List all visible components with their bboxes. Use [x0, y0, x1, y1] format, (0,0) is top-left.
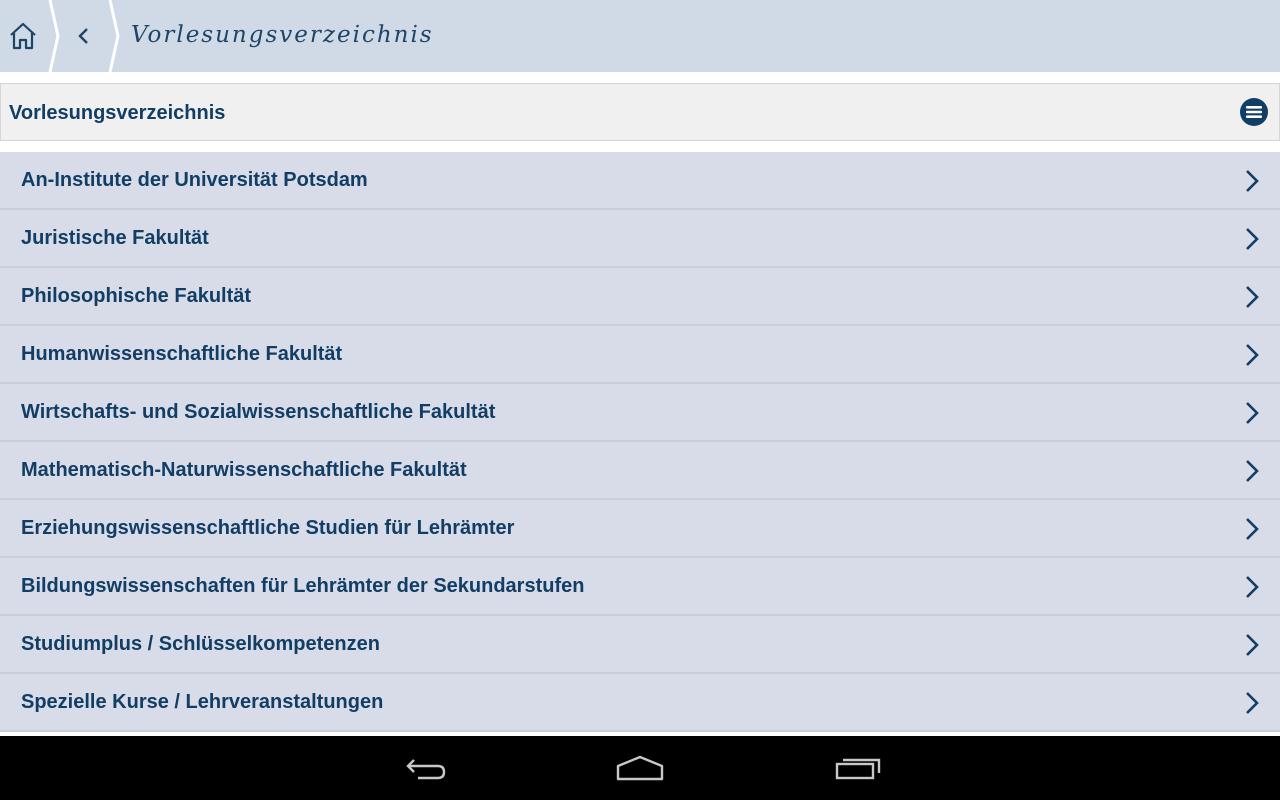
app-title: Vorlesungsverzeichnis [131, 22, 434, 48]
list-item-label: Philosophische Fakultät [21, 285, 252, 307]
list-item[interactable]: Juristische Fakultät [0, 210, 1280, 268]
home-button[interactable] [0, 0, 46, 72]
list-item-label: Mathematisch-Naturwissenschaftliche Faku… [21, 459, 467, 481]
list-item[interactable]: Philosophische Fakultät [0, 268, 1280, 326]
chevron-right-icon [1246, 460, 1259, 482]
menu-icon[interactable] [1239, 97, 1269, 127]
system-recents-button[interactable] [828, 750, 888, 786]
system-home-icon [616, 755, 664, 781]
chevron-right-icon [1246, 518, 1259, 540]
system-nav-bar [0, 736, 1280, 800]
section-header: Vorlesungsverzeichnis [0, 83, 1280, 141]
list-item-label: Humanwissenschaftliche Fakultät [21, 343, 343, 365]
chevron-right-icon [1246, 344, 1259, 366]
chevron-right-icon [1246, 402, 1259, 424]
chevron-right-icon [1246, 228, 1259, 250]
chevron-left-icon [78, 28, 88, 44]
list-item[interactable]: Studiumplus / Schlüsselkompetenzen [0, 616, 1280, 674]
list-item[interactable]: Mathematisch-Naturwissenschaftliche Faku… [0, 442, 1280, 500]
list-item-label: Studiumplus / Schlüsselkompetenzen [21, 633, 380, 655]
list-item[interactable]: Bildungswissenschaften für Lehrämter der… [0, 558, 1280, 616]
list-item-label: Wirtschafts- und Sozialwissenschaftliche… [21, 401, 496, 423]
list-item-label: Juristische Fakultät [21, 227, 209, 249]
chevron-right-icon [1246, 286, 1259, 308]
list-item-label: Spezielle Kurse / Lehrveranstaltungen [21, 691, 384, 713]
system-back-button[interactable] [394, 750, 454, 786]
list-item[interactable]: Spezielle Kurse / Lehrveranstaltungen [0, 674, 1280, 732]
system-recents-icon [835, 758, 881, 780]
list-item-label: Erziehungswissenschaftliche Studien für … [21, 517, 515, 539]
chevron-right-icon [1246, 634, 1259, 656]
system-home-button[interactable] [610, 750, 670, 786]
list-item-label: Bildungswissenschaften für Lehrämter der… [21, 575, 585, 597]
list-item[interactable]: An-Institute der Universität Potsdam [0, 152, 1280, 210]
back-button[interactable] [58, 0, 108, 72]
chevron-right-icon [1246, 170, 1259, 192]
chevron-right-icon [1246, 576, 1259, 598]
list-item[interactable]: Humanwissenschaftliche Fakultät [0, 326, 1280, 384]
home-icon [10, 22, 36, 50]
faculty-list: An-Institute der Universität Potsdam Jur… [0, 152, 1280, 732]
section-title: Vorlesungsverzeichnis [9, 102, 226, 124]
list-item-label: An-Institute der Universität Potsdam [21, 169, 368, 191]
app-bar: Vorlesungsverzeichnis [0, 0, 1280, 72]
list-item[interactable]: Erziehungswissenschaftliche Studien für … [0, 500, 1280, 558]
system-back-icon [406, 759, 446, 780]
breadcrumb-separator [108, 0, 120, 72]
list-item[interactable]: Wirtschafts- und Sozialwissenschaftliche… [0, 384, 1280, 442]
chevron-right-icon [1246, 692, 1259, 714]
